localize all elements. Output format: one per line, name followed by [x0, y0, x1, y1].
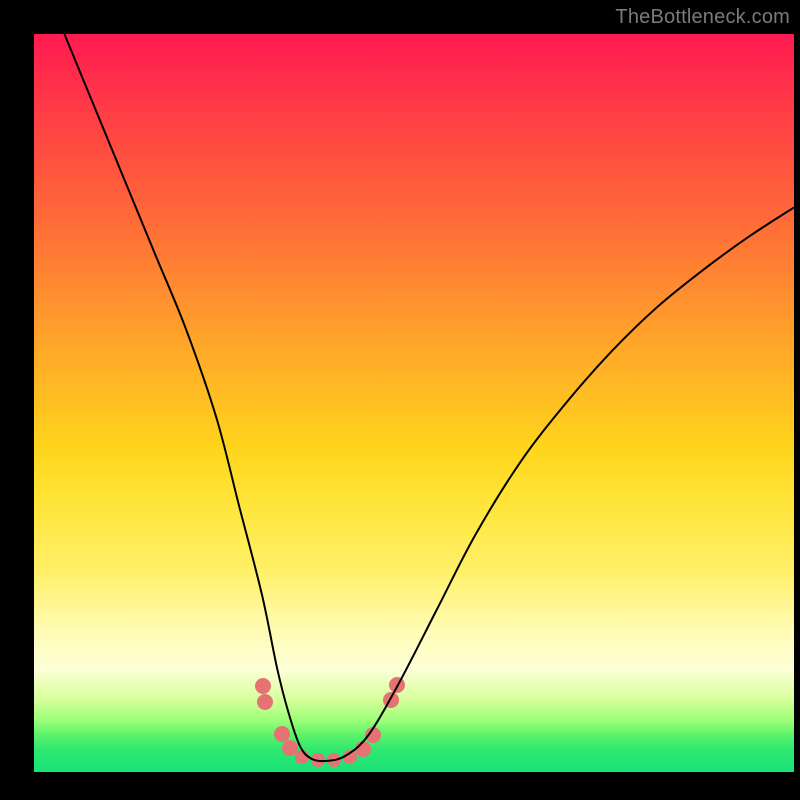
data-marker	[295, 750, 309, 764]
chart-svg	[34, 34, 794, 772]
plot-area	[34, 34, 794, 772]
bottleneck-curve	[64, 34, 794, 761]
chart-frame: TheBottleneck.com	[0, 0, 800, 800]
data-marker	[282, 740, 298, 756]
data-marker	[255, 678, 271, 694]
markers-layer	[255, 677, 405, 767]
data-marker	[355, 741, 371, 757]
watermark-text: TheBottleneck.com	[615, 6, 790, 29]
data-marker	[274, 726, 290, 742]
data-marker	[257, 694, 273, 710]
